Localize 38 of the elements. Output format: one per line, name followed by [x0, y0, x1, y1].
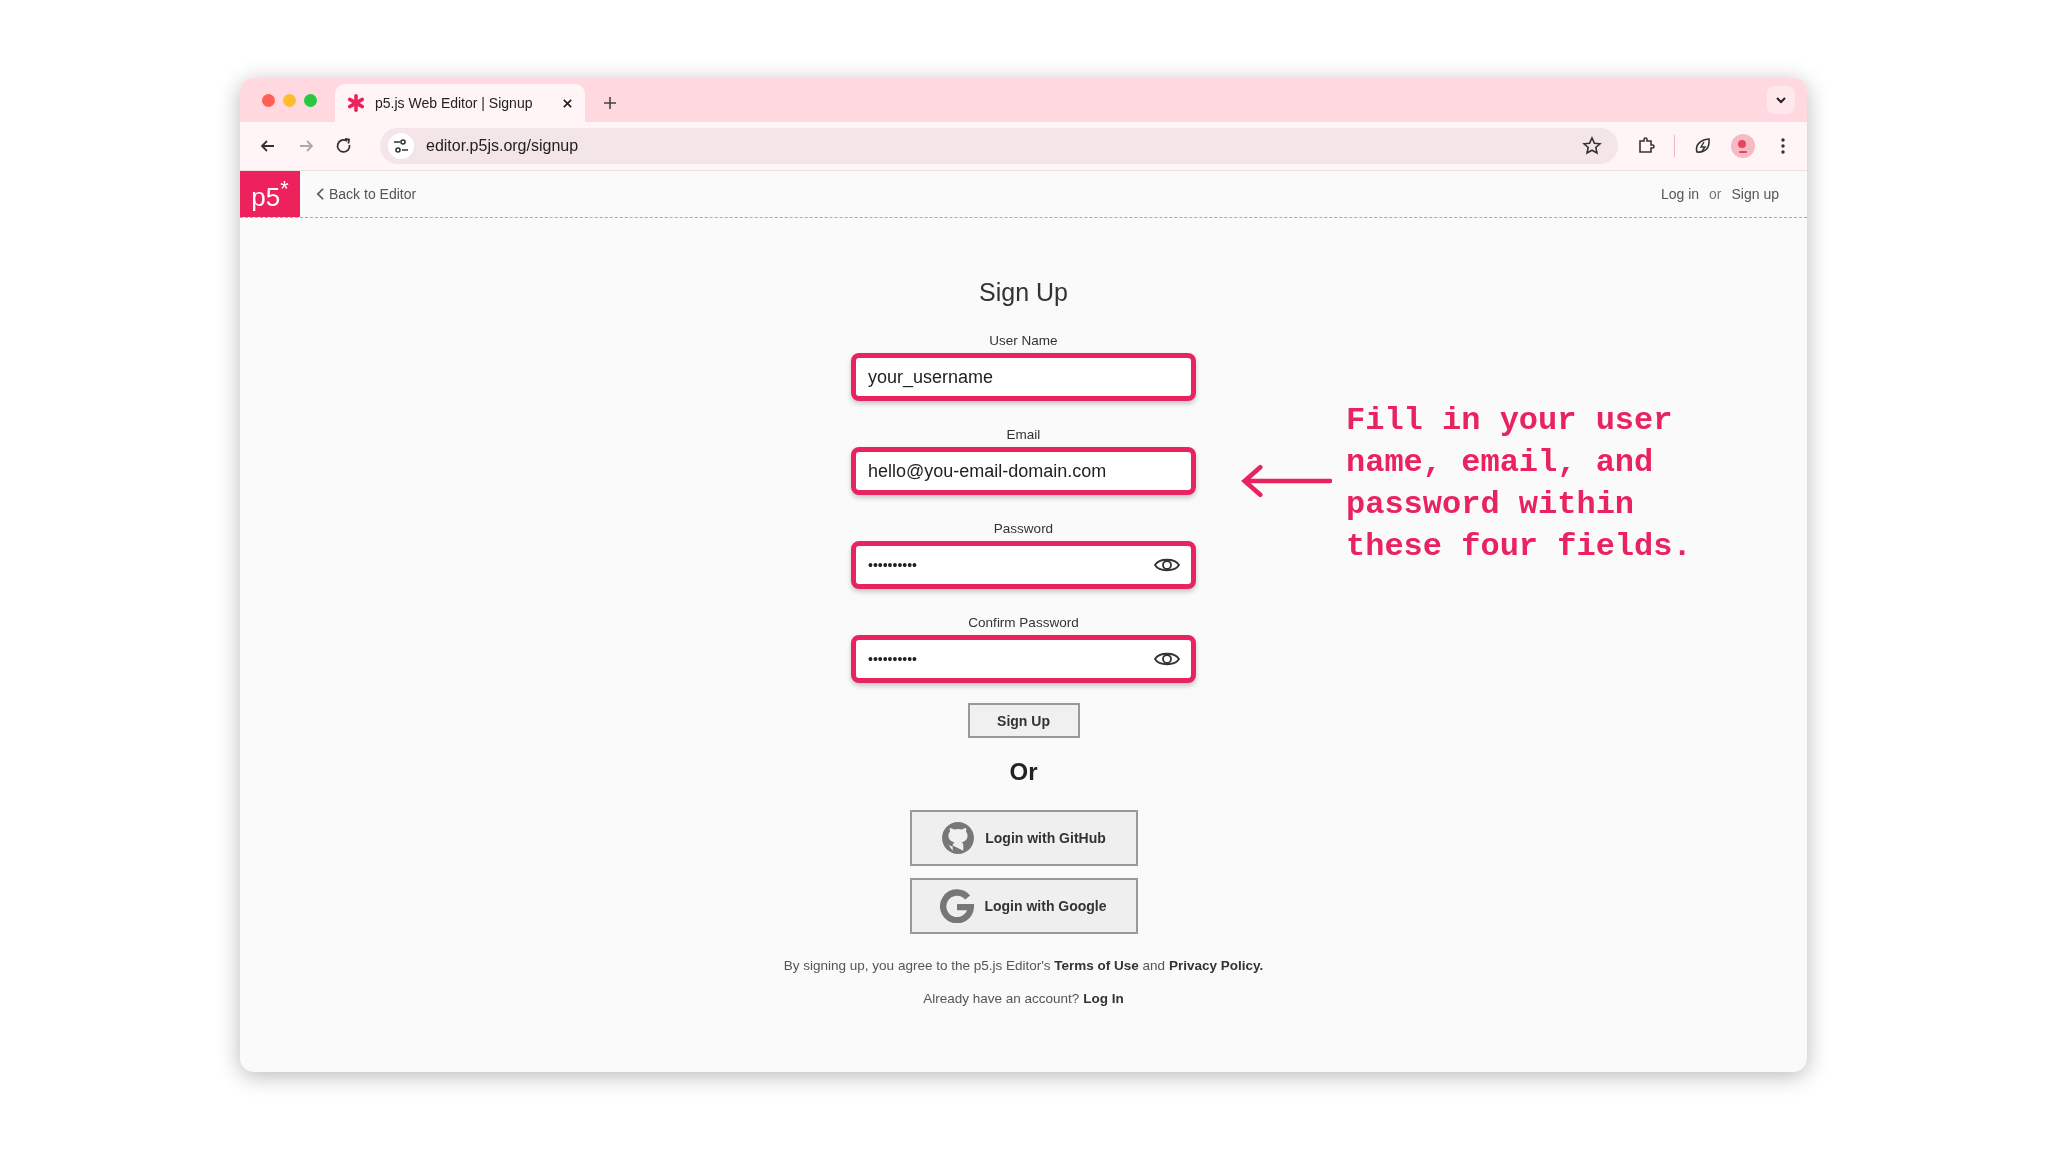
- account-prompt-text: Already have an account?: [923, 991, 1080, 1006]
- leaf-icon[interactable]: [1693, 136, 1713, 156]
- address-bar[interactable]: editor.p5js.org/signup: [380, 128, 1618, 164]
- log-in-link[interactable]: Log in: [1660, 186, 1700, 202]
- asterisk-icon: [347, 94, 365, 112]
- sign-up-link[interactable]: Sign up: [1731, 186, 1779, 202]
- input-field[interactable]: hello@you-email-domain.com: [851, 447, 1196, 495]
- terms-text: By signing up, you agree to the p5.js Editor's Terms of Use and Privacy Policy.: [783, 958, 1264, 973]
- new-tab-icon[interactable]: [603, 96, 617, 110]
- browser-tab[interactable]: p5.js Web Editor | Signup: [335, 84, 585, 122]
- github-login-button[interactable]: Login with GitHub: [909, 810, 1138, 866]
- github-icon: [941, 821, 976, 855]
- back-to-editor-link[interactable]: Back to Editor: [316, 186, 417, 202]
- field-label: Password: [993, 521, 1054, 536]
- input-field[interactable]: your_username: [851, 353, 1196, 401]
- google-login-button[interactable]: Login with Google: [909, 878, 1138, 934]
- sign-up-button[interactable]: Sign Up: [967, 703, 1080, 738]
- input-field[interactable]: ••••••••••: [851, 541, 1196, 589]
- arrow-icon: [1240, 462, 1332, 500]
- or-text: or: [1709, 186, 1722, 202]
- annotation-text: Fill in your user name, email, and password within these four fields.: [1346, 401, 1693, 567]
- p5-logo[interactable]: p5$^{*}$: [240, 171, 300, 217]
- field-label: Confirm Password: [968, 615, 1079, 630]
- close-icon[interactable]: [562, 97, 573, 109]
- input-field[interactable]: ••••••••••: [851, 635, 1196, 683]
- field-label: User Name: [989, 333, 1058, 348]
- or-divider-text: Or: [1009, 758, 1038, 786]
- tab-search-button[interactable]: [1767, 86, 1795, 114]
- page-title: Sign Up: [979, 278, 1068, 307]
- site-settings-icon[interactable]: [388, 133, 414, 159]
- chevron-down-icon: [1775, 94, 1787, 106]
- log-in-link[interactable]: Log In: [1083, 991, 1124, 1006]
- chevron-left-icon: [316, 187, 325, 201]
- puzzle-icon[interactable]: [1636, 136, 1656, 156]
- profile-avatar-icon[interactable]: [1731, 134, 1755, 158]
- field-label: Email: [1006, 427, 1041, 442]
- bookmark-star-icon[interactable]: [1582, 136, 1602, 156]
- google-g-icon: [940, 889, 975, 923]
